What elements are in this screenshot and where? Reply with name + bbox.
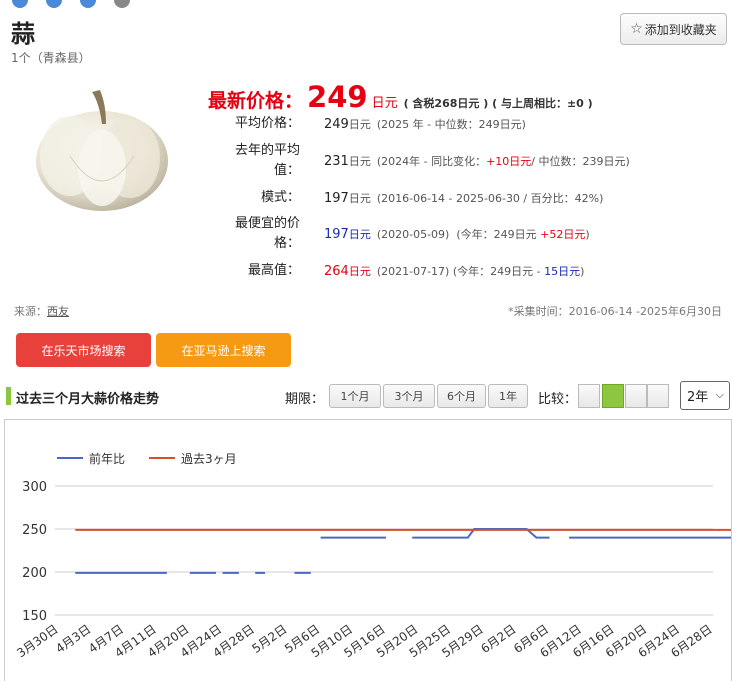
stat-detail: (2025 年 - 中位数：249日元) xyxy=(376,118,526,131)
compare-toggle-4[interactable] xyxy=(647,384,669,408)
search-rakuten-button[interactable]: 在乐天市场搜索 xyxy=(16,333,151,367)
latest-price-value: 249 xyxy=(307,80,368,114)
stat-value: 197 xyxy=(324,191,349,206)
period-1-month-button[interactable]: 1个月 xyxy=(329,384,381,408)
stat-label: 平均价格： xyxy=(234,116,300,131)
stat-value: 264 xyxy=(324,264,349,279)
source-link[interactable]: 西友 xyxy=(47,305,69,318)
range-select-value: 2年 xyxy=(687,390,709,405)
stat-label: 最高值： xyxy=(247,263,300,278)
x-tick-label: 3月30日 xyxy=(14,622,60,660)
stat-detail-this-year: (今年：249日元 xyxy=(456,228,537,241)
compare-label: 比较： xyxy=(538,392,578,407)
source: 来源：西友 xyxy=(14,303,69,319)
stat-unit: 日元 xyxy=(348,192,371,205)
stat-detail: (2021-07-17) (今年：249日元 - xyxy=(376,265,541,278)
period-1-year-button[interactable]: 1年 xyxy=(488,384,528,408)
stat-change: +52日元 xyxy=(540,228,586,241)
stat-value: 231 xyxy=(324,154,349,169)
stat-value: 197 xyxy=(324,227,349,242)
legend-label: 過去3ヶ月 xyxy=(181,452,237,466)
stat-detail-tail: ) xyxy=(585,228,590,241)
source-label: 来源： xyxy=(14,305,47,318)
top-partial-icons xyxy=(12,0,130,8)
stat-highest: 最高值： 264日元 (2021-07-17) (今年：249日元 - 15日元… xyxy=(205,261,584,281)
stat-label-cont: 格： xyxy=(273,236,300,251)
stat-cheapest: 最便宜的价格： 197日元 (2020-05-09) (今年：249日元 +52… xyxy=(205,214,590,254)
stat-average: 平均价格： 249日元 (2025 年 - 中位数：249日元) xyxy=(205,114,526,134)
product-subtitle: 1个（青森县） xyxy=(11,51,91,65)
stat-change: 15日元 xyxy=(544,265,581,278)
price-chart: 150 200 250 300 3月30日 4月3日 4月7日 4月11日 4月20日 4月24日… xyxy=(4,419,732,681)
compare-toggle-2[interactable] xyxy=(602,384,624,408)
section-title: 过去三个月大蒜价格走势 xyxy=(16,392,160,407)
stat-unit: 日元 xyxy=(348,155,371,168)
range-select[interactable]: 2年 ⌵ xyxy=(680,381,730,410)
compare-toggle-1[interactable] xyxy=(578,384,600,408)
stat-detail: (2016-06-14 - 2025-06-30 / 百分比：42%) xyxy=(376,192,604,205)
star-outline-icon: ☆ xyxy=(630,21,643,37)
collection-period: *采集时间：2016-06-14 -2025年6月30日 xyxy=(508,305,722,318)
x-tick-label: 5月2日 xyxy=(249,622,289,656)
search-amazon-button[interactable]: 在亚马逊上搜索 xyxy=(156,333,291,367)
stat-value: 249 xyxy=(324,117,349,132)
stat-detail-tail: / 中位数：239日元) xyxy=(531,155,630,168)
chevron-down-icon: ⌵ xyxy=(715,388,724,401)
latest-price-unit: 日元 xyxy=(371,96,398,111)
x-tick-label: 4月3日 xyxy=(53,622,93,656)
stat-unit: 日元 xyxy=(348,228,371,241)
stat-last-year: 去年的平均值： 231日元 (2024年 - 同比变化：+10日元/ 中位数：2… xyxy=(205,141,630,181)
period-6-months-button[interactable]: 6个月 xyxy=(437,384,486,408)
stat-label: 去年的平均 xyxy=(234,143,300,158)
period-label: 期限： xyxy=(285,392,325,407)
stat-change: +10日元 xyxy=(486,155,532,168)
section-marker xyxy=(6,387,11,405)
legend-label: 前年比 xyxy=(89,451,125,466)
y-tick-label: 300 xyxy=(22,480,47,495)
x-tick-label: 6月2日 xyxy=(478,622,518,656)
latest-price: 最新价格： 249 日元 ( 含税268日元 ) ( 与上周相比：±0 ) xyxy=(208,80,593,114)
stat-unit: 日元 xyxy=(348,118,371,131)
add-to-favorites-button[interactable]: ☆ 添加到收藏夹 xyxy=(620,13,727,45)
period-3-months-button[interactable]: 3个月 xyxy=(383,384,435,408)
compare-toggle-3[interactable] xyxy=(625,384,647,408)
stat-label-cont: 值： xyxy=(273,163,300,178)
stat-detail: (2020-05-09) xyxy=(376,228,450,241)
stat-detail: (2024年 - 同比变化： xyxy=(376,155,487,168)
y-tick-label: 250 xyxy=(22,523,47,538)
stat-label: 模式： xyxy=(260,190,300,205)
garlic-image xyxy=(36,90,168,211)
stat-detail-tail: ) xyxy=(580,265,585,278)
price-chart-svg: 1502002503003月30日4月3日4月7日4月11日4月20日4月24日… xyxy=(14,451,731,660)
latest-price-extra: ( 含税268日元 ) ( 与上周相比：±0 ) xyxy=(403,97,593,110)
y-tick-label: 200 xyxy=(22,566,47,581)
y-tick-label: 150 xyxy=(22,609,47,624)
latest-price-label: 最新价格： xyxy=(208,90,304,112)
stat-unit: 日元 xyxy=(348,265,371,278)
stat-mode: 模式： 197日元 (2016-06-14 - 2025-06-30 / 百分比… xyxy=(205,188,603,208)
favorites-label: 添加到收藏夹 xyxy=(644,22,717,37)
stat-label: 最便宜的价 xyxy=(234,216,300,231)
product-title: 蒜 xyxy=(11,20,35,48)
